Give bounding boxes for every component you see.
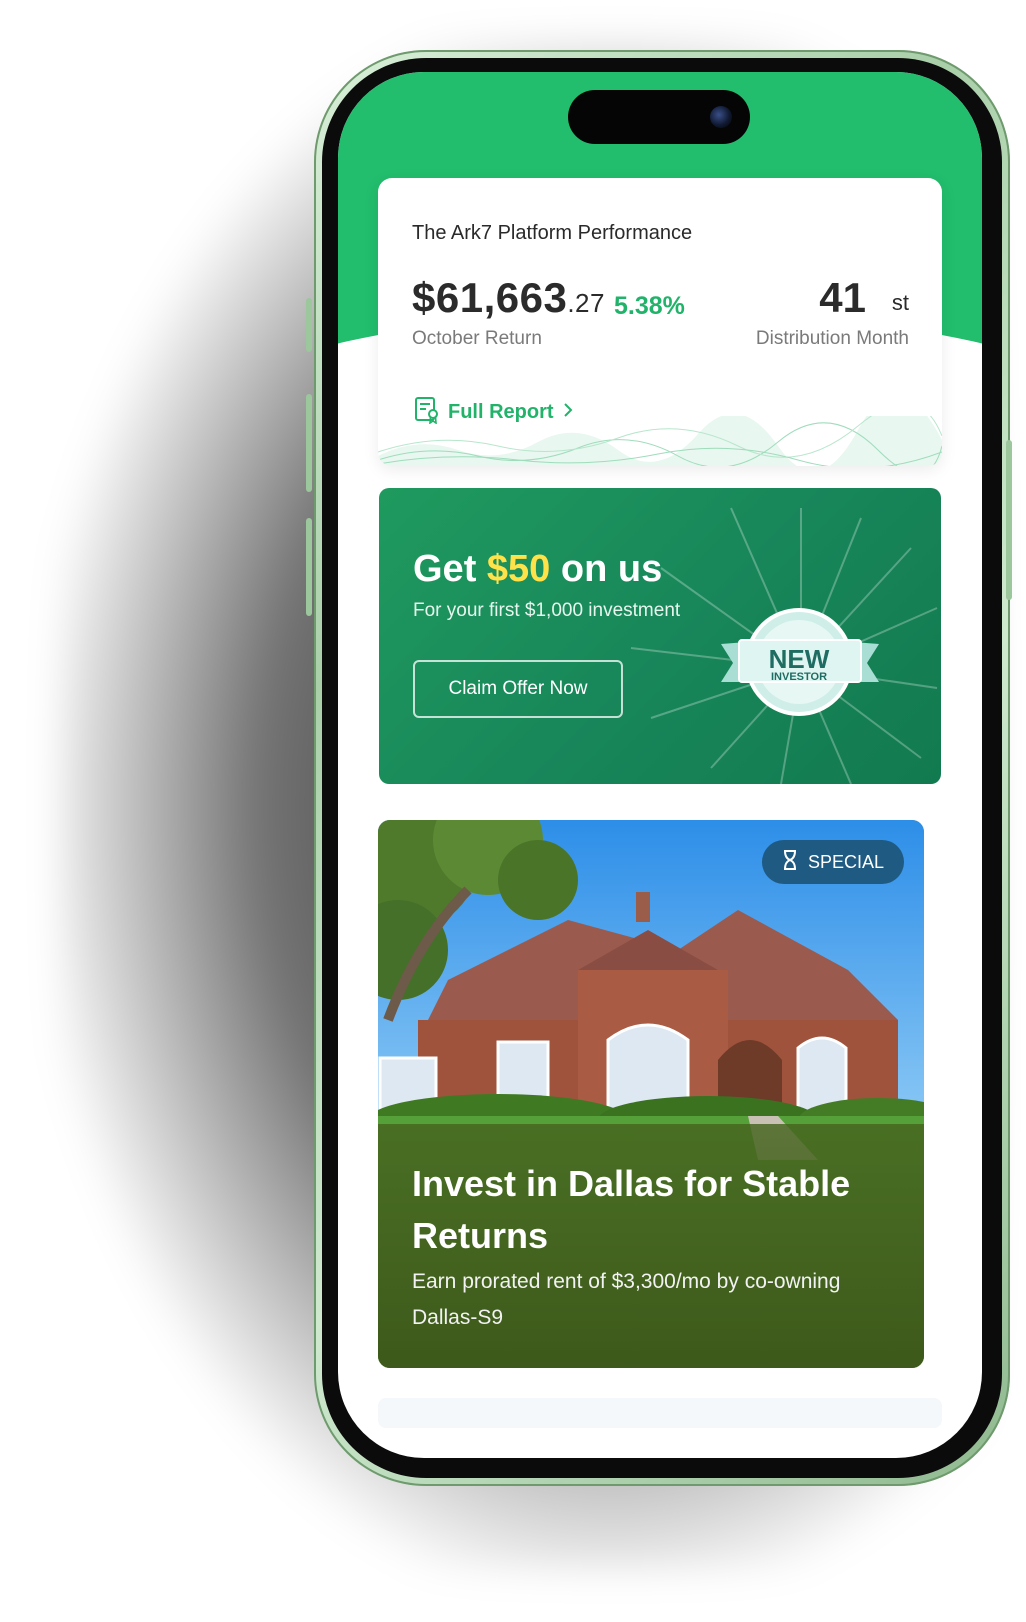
wave-decoration: [378, 416, 942, 466]
badge-line2: INVESTOR: [771, 671, 827, 683]
side-button-action: [306, 298, 312, 352]
hourglass-icon: [782, 849, 798, 875]
dynamic-island: [568, 90, 750, 144]
badge-line1: NEW: [769, 644, 830, 674]
return-label: October Return: [412, 328, 542, 349]
promo-title: Get $50 on us: [413, 548, 663, 590]
new-investor-badge: NEW INVESTOR: [717, 606, 883, 726]
property-listing-card[interactable]: SPECIAL Invest in Dallas for Stable Retu…: [378, 820, 924, 1368]
phone-screen: The Ark7 Platform Performance $61,663.27…: [338, 72, 982, 1458]
return-amount-cents: .27: [567, 288, 605, 318]
side-button-volume-up: [306, 394, 312, 492]
return-amount-main: $61,663: [412, 274, 568, 321]
side-button-power: [1006, 440, 1012, 600]
special-tag: SPECIAL: [761, 840, 904, 884]
promo-highlight: $50: [486, 548, 551, 590]
performance-card: The Ark7 Platform Performance $61,663.27…: [378, 178, 942, 466]
distribution-month-label: Distribution Month: [755, 328, 909, 349]
promo-subtitle: For your first $1,000 investment: [413, 600, 681, 621]
return-percent: 5.38%: [614, 292, 685, 320]
listing-subtitle: Earn prorated rent of $3,300/mo by co-ow…: [412, 1270, 841, 1329]
claim-offer-button[interactable]: Claim Offer Now: [413, 660, 623, 718]
distribution-month-number: 41: [819, 274, 866, 321]
special-tag-label: SPECIAL: [807, 851, 884, 872]
listing-title: Invest in Dallas for Stable Returns: [412, 1163, 851, 1256]
distribution-month-suffix: st: [891, 290, 909, 315]
promo-banner[interactable]: Get $50 on us For your first $1,000 inve…: [379, 488, 941, 784]
side-button-volume-down: [306, 518, 312, 616]
next-card-peek: [378, 1398, 942, 1428]
return-amount: $61,663.27: [412, 274, 605, 322]
performance-title: The Ark7 Platform Performance: [412, 222, 693, 244]
